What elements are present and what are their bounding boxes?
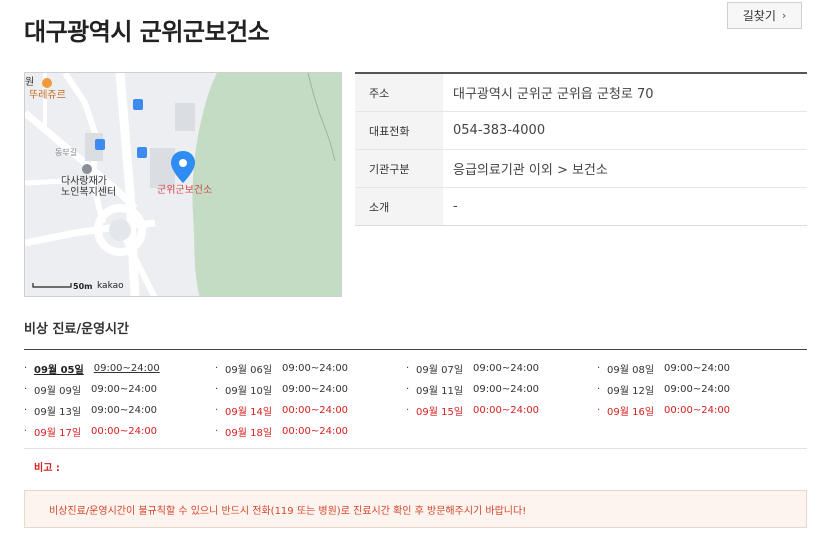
schedule-item-holiday: · 09월 14일 00:00~24:00	[215, 405, 349, 418]
info-key: 대표전화	[355, 112, 443, 149]
schedule-item: · 09월 08일 09:00~24:00	[597, 363, 731, 376]
schedule-title: 비상 진료/운영시간	[24, 322, 129, 337]
info-row-intro: 소개 -	[355, 188, 807, 225]
schedule-item-holiday: · 09월 16일 00:00~24:00	[597, 405, 731, 418]
schedule-item-holiday: · 09월 17일 00:00~24:00	[24, 426, 158, 439]
schedule-item: · 09월 09일 09:00~24:00	[24, 384, 158, 397]
schedule-item: · 09월 13일 09:00~24:00	[24, 405, 158, 418]
notice-box: 비상진료/운영시간이 불규칙할 수 있으니 반드시 전화(119 또는 병원)로…	[24, 490, 807, 528]
schedule-item: · 09월 07일 09:00~24:00	[406, 363, 540, 376]
schedule-item-today: · 09월 05일 09:00~24:00	[24, 363, 160, 376]
schedule-row: · 09월 05일 09:00~24:00 · 09월 06일 09:00~24:00 …	[24, 358, 807, 379]
schedule-item: · 09월 11일 09:00~24:00	[406, 384, 540, 397]
info-row-phone: 대표전화 054-383-4000	[355, 112, 807, 150]
page-title: 대구광역시 군위군보건소	[24, 18, 270, 46]
schedule-item-holiday: · 09월 18일 00:00~24:00	[215, 426, 349, 439]
info-row-type: 기관구분 응급의료기관 이외 > 보건소	[355, 150, 807, 188]
map-label-road: 동부길	[55, 148, 78, 157]
schedule-row: · 09월 09일 09:00~24:00 · 09월 10일 09:00~24:00 …	[24, 379, 807, 400]
info-table: 주소 대구광역시 군위군 군위읍 군청로 70 대표전화 054-383-400…	[355, 72, 807, 226]
schedule-item: · 09월 12일 09:00~24:00	[597, 384, 731, 397]
schedule-item: · 09월 06일 09:00~24:00	[215, 363, 349, 376]
map-label-cafe: 뚜레쥬르	[29, 90, 66, 101]
route-button-label: 길찾기	[742, 9, 776, 23]
schedule-item-holiday: · 09월 15일 00:00~24:00	[406, 405, 540, 418]
info-key: 기관구분	[355, 150, 443, 187]
chevron-right-icon: ›	[781, 9, 787, 22]
note-label: 비고 :	[34, 463, 60, 474]
schedule-row: · 09월 13일 09:00~24:00 · 09월 14일 00:00~24:00 …	[24, 400, 807, 421]
map-brand-label: kakao	[97, 281, 124, 291]
schedule-row: · 09월 17일 00:00~24:00 · 09월 18일 00:00~24:00	[24, 421, 807, 442]
map-label-center-line2: 노인복지센터	[61, 187, 117, 198]
info-value-phone[interactable]: 054-383-4000	[443, 112, 807, 149]
divider	[24, 349, 807, 350]
info-row-address: 주소 대구광역시 군위군 군위읍 군청로 70	[355, 74, 807, 112]
divider	[24, 448, 807, 449]
map-scale-label: 50m	[73, 282, 93, 291]
location-map[interactable]: 원 뚜레쥬르 다사랑재가 노인복지센터 군위군보건소 동부길 50m kakao	[24, 72, 342, 297]
info-value: 대구광역시 군위군 군위읍 군청로 70	[453, 87, 654, 102]
schedule-item: · 09월 10일 09:00~24:00	[215, 384, 349, 397]
info-value: 응급의료기관 이외 > 보건소	[453, 163, 608, 178]
info-key: 소개	[355, 188, 443, 225]
map-edge-label: 원	[25, 77, 35, 88]
schedule-grid: · 09월 05일 09:00~24:00 · 09월 06일 09:00~24:00 …	[24, 358, 807, 442]
route-button[interactable]: 길찾기 ›	[727, 2, 802, 29]
info-value: -	[453, 199, 458, 214]
map-label-place: 군위군보건소	[157, 185, 213, 196]
info-key: 주소	[355, 74, 443, 111]
